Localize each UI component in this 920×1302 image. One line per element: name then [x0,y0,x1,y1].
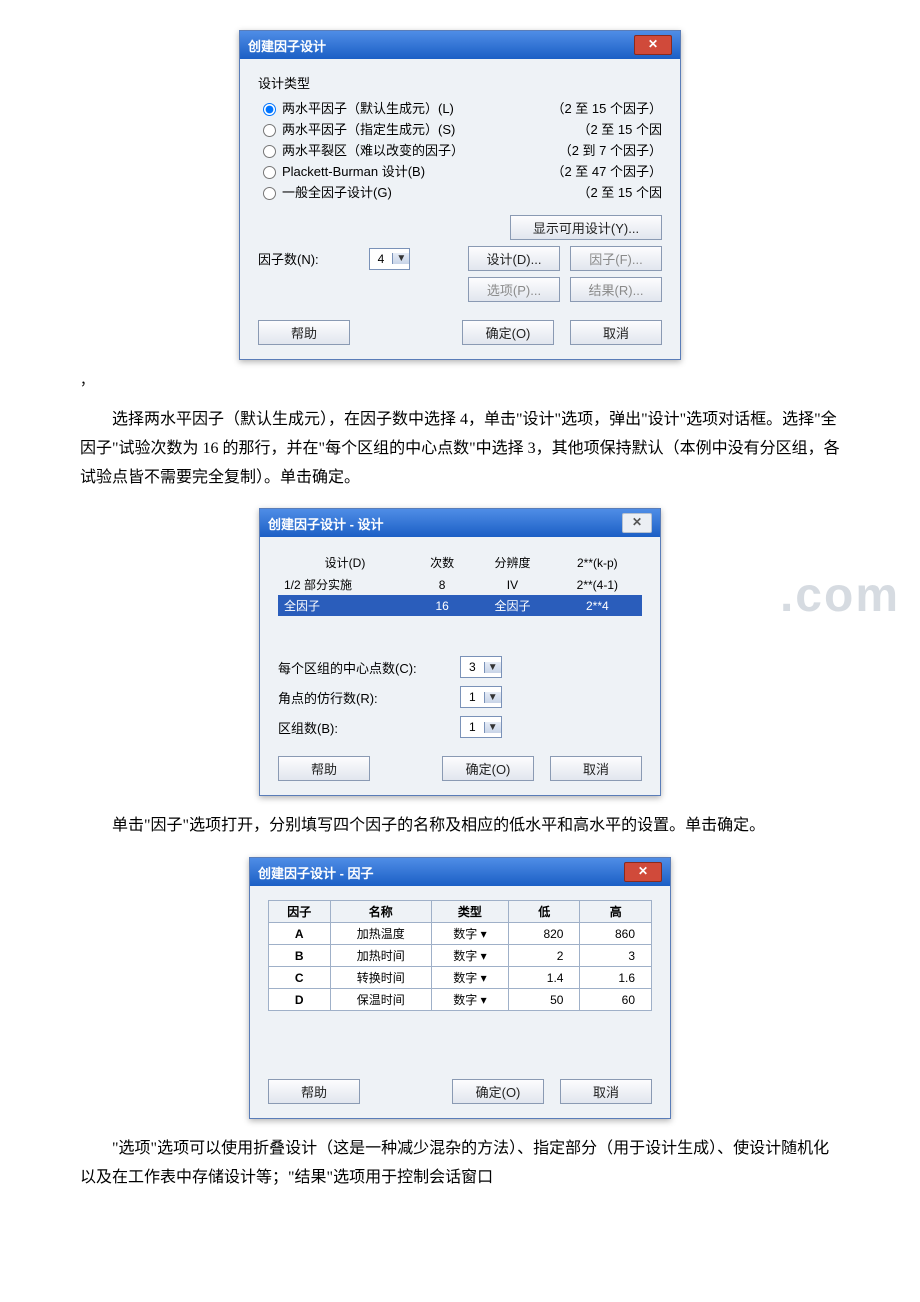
col-design: 设计(D) [278,551,412,574]
corner-reps-select[interactable]: 1 ▼ [460,686,502,708]
paragraph: 单击"因子"选项打开，分别填写四个因子的名称及相应的低水平和高水平的设置。单击确… [80,812,840,841]
radio-range: （2 至 47 个因子） [551,161,662,180]
radio-label: 两水平因子（指定生成元）(S) [282,119,455,138]
radio-label: 两水平裂区（难以改变的因子） [282,140,464,159]
center-points-label: 每个区组的中心点数(C): [278,658,448,677]
dialog-title: 创建因子设计 [248,36,326,55]
create-factor-design-dialog: 创建因子设计 ✕ 设计类型 两水平因子（默认生成元）(L) （2 至 15 个因… [239,30,681,360]
radio-label: 一般全因子设计(G) [282,182,392,201]
col-name: 名称 [330,901,431,923]
cancel-button[interactable]: 取消 [570,320,662,345]
col-resolution: 分辨度 [472,551,552,574]
table-row[interactable]: 1/2 部分实施 8 IV 2**(4-1) [278,574,642,595]
table-row[interactable]: C 转换时间 数字 ▾ 1.4 1.6 [269,967,652,989]
corner-reps-label: 角点的仿行数(R): [278,688,448,707]
table-row-selected[interactable]: 全因子 16 全因子 2**4 [278,595,642,616]
design-type-label: 设计类型 [258,73,662,92]
radio-range: （2 至 15 个因 [577,119,662,138]
radio-row[interactable]: 两水平裂区（难以改变的因子） （2 到 7 个因子） [258,140,662,159]
radio-row[interactable]: 两水平因子（指定生成元）(S) （2 至 15 个因 [258,119,662,138]
paragraph: "选项"选项可以使用折叠设计（这是一种减少混杂的方法）、指定部分（用于设计生成）… [80,1135,840,1193]
design-button[interactable]: 设计(D)... [468,246,560,271]
table-row[interactable]: D 保温时间 数字 ▾ 50 60 [269,989,652,1011]
col-low: 低 [508,901,580,923]
radio-split-plot[interactable] [263,145,276,158]
watermark: .com [780,568,900,623]
ok-button[interactable]: 确定(O) [452,1079,544,1104]
radio-label: Plackett-Burman 设计(B) [282,161,425,180]
dialog-titlebar: 创建因子设计 ✕ [240,31,680,59]
chevron-down-icon[interactable]: ▼ [484,692,501,703]
chevron-down-icon[interactable]: ▼ [484,662,501,673]
col-factor: 因子 [269,901,331,923]
dialog-title: 创建因子设计 - 因子 [258,863,374,882]
radio-range: （2 至 15 个因子） [551,98,662,117]
help-button[interactable]: 帮助 [268,1079,360,1104]
create-factor-design-design-dialog: 创建因子设计 - 设计 ✕ 设计(D) 次数 分辨度 2**(k-p) 1/2 … [259,508,661,796]
show-available-button[interactable]: 显示可用设计(Y)... [510,215,662,240]
radio-label: 两水平因子（默认生成元）(L) [282,98,454,117]
radio-row[interactable]: 两水平因子（默认生成元）(L) （2 至 15 个因子） [258,98,662,117]
factor-button[interactable]: 因子(F)... [570,246,662,271]
factor-count-select[interactable]: 4 ▼ [369,248,411,270]
col-kp: 2**(k-p) [553,551,642,574]
radio-row[interactable]: 一般全因子设计(G) （2 至 15 个因 [258,182,662,201]
options-button[interactable]: 选项(P)... [468,277,560,302]
dialog-titlebar: 创建因子设计 - 设计 ✕ [260,509,660,537]
results-button[interactable]: 结果(R)... [570,277,662,302]
close-icon[interactable]: ✕ [634,35,672,55]
dialog-titlebar: 创建因子设计 - 因子 ✕ [250,858,670,886]
radio-two-level-default[interactable] [263,103,276,116]
create-factor-design-factor-dialog: 创建因子设计 - 因子 ✕ 因子 名称 类型 低 高 A 加热温度 数字 ▾ 8… [249,857,671,1119]
table-row[interactable]: B 加热时间 数字 ▾ 2 3 [269,945,652,967]
ok-button[interactable]: 确定(O) [442,756,534,781]
col-high: 高 [580,901,652,923]
help-button[interactable]: 帮助 [258,320,350,345]
chevron-down-icon: ▾ [481,927,487,941]
factor-count-label: 因子数(N): [258,249,319,268]
col-type: 类型 [431,901,508,923]
table-row[interactable]: A 加热温度 数字 ▾ 820 860 [269,923,652,945]
chevron-down-icon[interactable]: ▼ [484,722,501,733]
radio-plackett-burman[interactable] [263,166,276,179]
radio-general-full[interactable] [263,187,276,200]
close-icon[interactable]: ✕ [622,513,652,533]
ok-button[interactable]: 确定(O) [462,320,554,345]
paragraph: 选择两水平因子（默认生成元），在因子数中选择 4，单击"设计"选项，弹出"设计"… [80,406,840,492]
chevron-down-icon: ▾ [481,993,487,1007]
design-list-table[interactable]: 设计(D) 次数 分辨度 2**(k-p) 1/2 部分实施 8 IV 2**(… [278,551,642,648]
cancel-button[interactable]: 取消 [560,1079,652,1104]
cancel-button[interactable]: 取消 [550,756,642,781]
radio-row[interactable]: Plackett-Burman 设计(B) （2 至 47 个因子） [258,161,662,180]
blocks-select[interactable]: 1 ▼ [460,716,502,738]
radio-range: （2 至 15 个因 [577,182,662,201]
chevron-down-icon: ▾ [481,949,487,963]
chevron-down-icon[interactable]: ▼ [392,253,409,264]
factor-count-value: 4 [370,252,393,266]
center-points-select[interactable]: 3 ▼ [460,656,502,678]
close-icon[interactable]: ✕ [624,862,662,882]
factor-table[interactable]: 因子 名称 类型 低 高 A 加热温度 数字 ▾ 820 860 B 加热时间 [268,900,652,1011]
radio-two-level-specified[interactable] [263,124,276,137]
col-runs: 次数 [412,551,472,574]
help-button[interactable]: 帮助 [278,756,370,781]
dialog-title: 创建因子设计 - 设计 [268,514,384,533]
radio-range: （2 到 7 个因子） [559,140,662,159]
blocks-label: 区组数(B): [278,718,448,737]
chevron-down-icon: ▾ [481,971,487,985]
